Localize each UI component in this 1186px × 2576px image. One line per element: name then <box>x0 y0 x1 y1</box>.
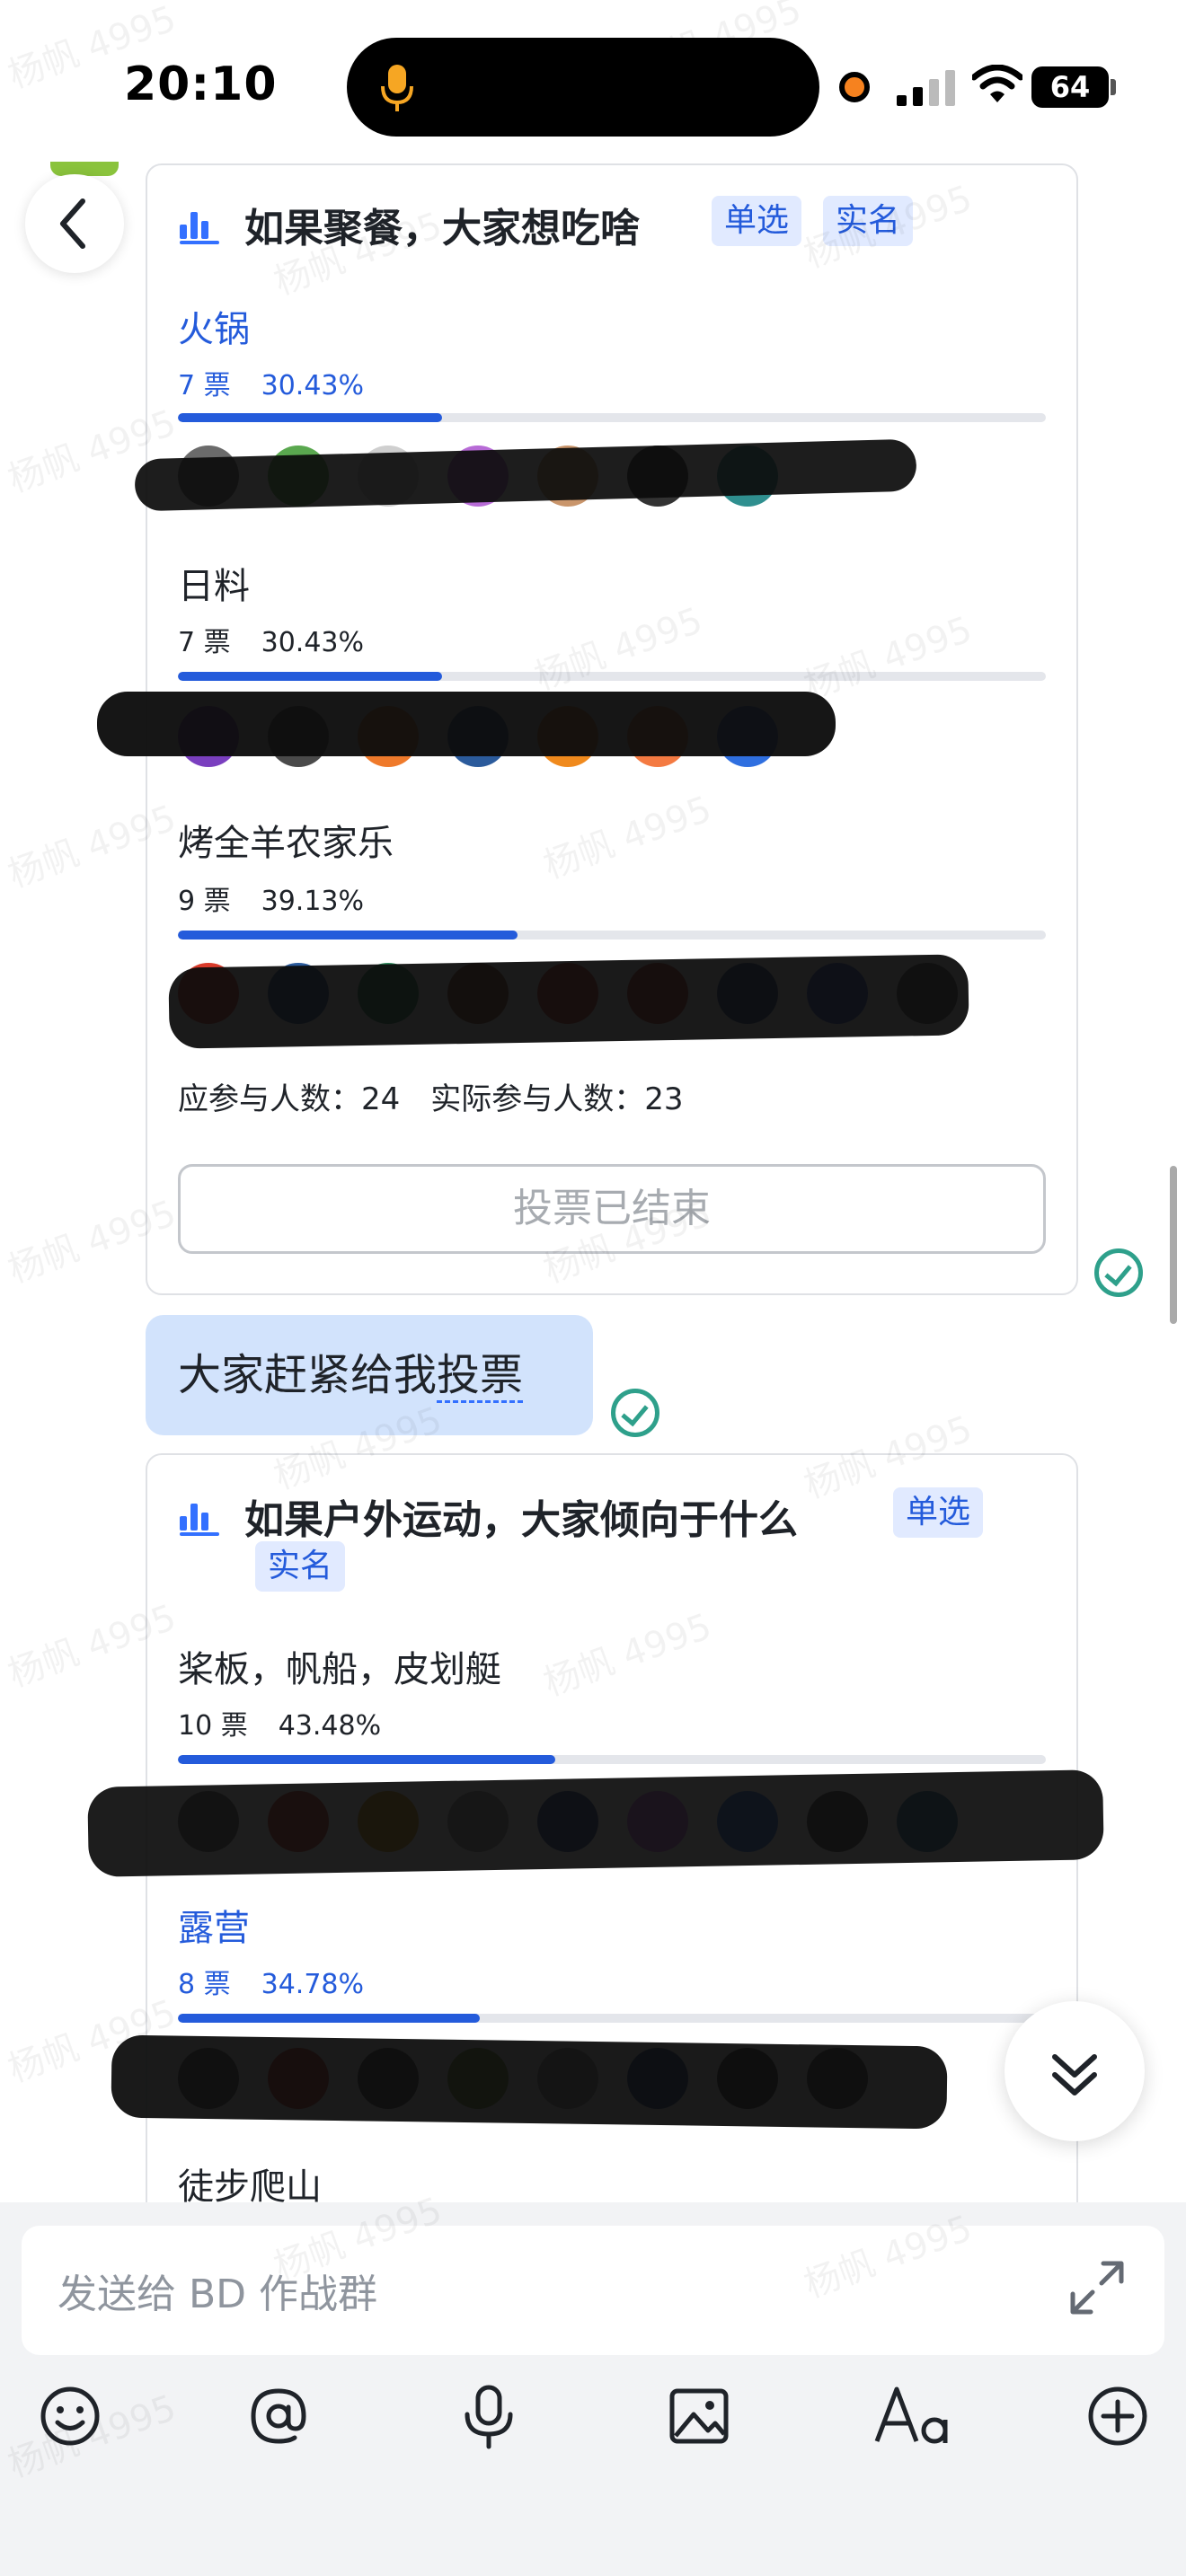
image-icon[interactable] <box>663 2380 735 2452</box>
poll-title: 如果聚餐，大家想吃啥 <box>244 206 640 251</box>
real-name-tag: 实名 <box>823 196 914 246</box>
wifi-icon <box>972 65 1022 102</box>
poll-ended-button[interactable]: 投票已结束 <box>178 1164 1046 1254</box>
redaction-mark <box>97 692 836 756</box>
poll-option-bar <box>178 1755 1046 1764</box>
vote-percent: 34.78% <box>261 1969 365 2000</box>
poll-title: 如果户外运动，大家倾向于什么 <box>244 1497 798 1543</box>
back-button[interactable] <box>25 174 124 273</box>
emoji-icon[interactable] <box>34 2380 106 2452</box>
chevron-left-icon <box>60 198 85 249</box>
vote-count: 9 票 <box>178 886 231 917</box>
scrollbar-thumb[interactable] <box>1170 1166 1177 1324</box>
read-check-icon <box>1094 1248 1143 1297</box>
vote-count: 7 票 <box>178 370 231 401</box>
dynamic-island <box>347 38 819 137</box>
expand-icon[interactable] <box>1067 2258 1127 2317</box>
recording-indicator-icon <box>839 72 870 102</box>
actual-count: 实际参与人数：23 <box>430 1081 684 1117</box>
vote-count: 8 票 <box>178 1969 231 2000</box>
redaction-mark <box>168 954 969 1049</box>
message-text: 大家赶紧给我 <box>178 1350 438 1400</box>
poll-option-stats: 9 票 39.13% <box>178 878 364 918</box>
poll-option-bar-fill <box>178 1755 556 1764</box>
poll-option-label[interactable]: 烤全羊农家乐 <box>178 814 394 866</box>
microphone-icon <box>381 65 413 111</box>
poll-option-label[interactable]: 桨板，帆船，皮划艇 <box>178 1640 501 1692</box>
poll-option-bar <box>178 931 1046 940</box>
poll-option-bar-fill <box>178 672 442 681</box>
add-icon[interactable] <box>1082 2380 1154 2452</box>
poll-option-stats: 7 票 30.43% <box>178 363 364 402</box>
read-check-icon <box>611 1389 659 1437</box>
vote-count: 10 票 <box>178 1710 248 1742</box>
vote-percent: 43.48% <box>278 1710 382 1742</box>
participation-summary: 应参与人数：24 实际参与人数：23 <box>178 1074 684 1118</box>
message-bubble[interactable]: 大家赶紧给我投票 <box>146 1315 593 1435</box>
poll-option-bar <box>178 2014 1046 2023</box>
poll-option-bar-fill <box>178 931 518 940</box>
single-choice-tag: 单选 <box>712 196 802 246</box>
poll-option-bar-fill <box>178 413 442 422</box>
redaction-mark <box>87 1769 1104 1877</box>
poll-option-bar <box>178 672 1046 681</box>
poll-option-bar-fill <box>178 2014 480 2023</box>
vote-percent: 30.43% <box>261 370 365 401</box>
vote-percent: 30.43% <box>261 627 365 658</box>
poll-option-stats: 8 票 34.78% <box>178 1962 364 2001</box>
text-format-icon[interactable] <box>870 2380 960 2452</box>
poll-option-bar <box>178 413 1046 422</box>
battery-tip <box>1111 79 1116 95</box>
mention-icon[interactable] <box>243 2380 314 2452</box>
poll-chart-icon <box>180 1498 219 1536</box>
redaction-mark <box>111 2034 948 2130</box>
vote-percent: 39.13% <box>261 886 365 917</box>
real-name-tag: 实名 <box>255 1541 346 1592</box>
vote-count: 7 票 <box>178 627 231 658</box>
message-text-highlight[interactable]: 投票 <box>437 1350 524 1403</box>
expected-count: 应参与人数：24 <box>178 1081 401 1117</box>
poll-option-stats: 10 票 43.48% <box>178 1703 381 1742</box>
poll-chart-icon <box>180 207 219 244</box>
single-choice-tag: 单选 <box>893 1487 984 1538</box>
poll-option-label[interactable]: 露营 <box>178 1899 250 1951</box>
poll-option-stats: 7 票 30.43% <box>178 620 364 659</box>
status-time: 20:10 <box>124 57 278 111</box>
scroll-to-bottom-button[interactable] <box>1005 2001 1145 2141</box>
double-chevron-down-icon <box>1052 2054 1097 2095</box>
poll-option-label[interactable]: 火锅 <box>178 300 250 352</box>
message-input-placeholder: 发送给 BD 作战群 <box>58 2272 378 2317</box>
cellular-signal-icon <box>897 70 955 106</box>
poll-option-label[interactable]: 日料 <box>178 557 250 609</box>
voice-icon[interactable] <box>453 2380 525 2452</box>
battery-indicator: 64 <box>1031 66 1109 108</box>
